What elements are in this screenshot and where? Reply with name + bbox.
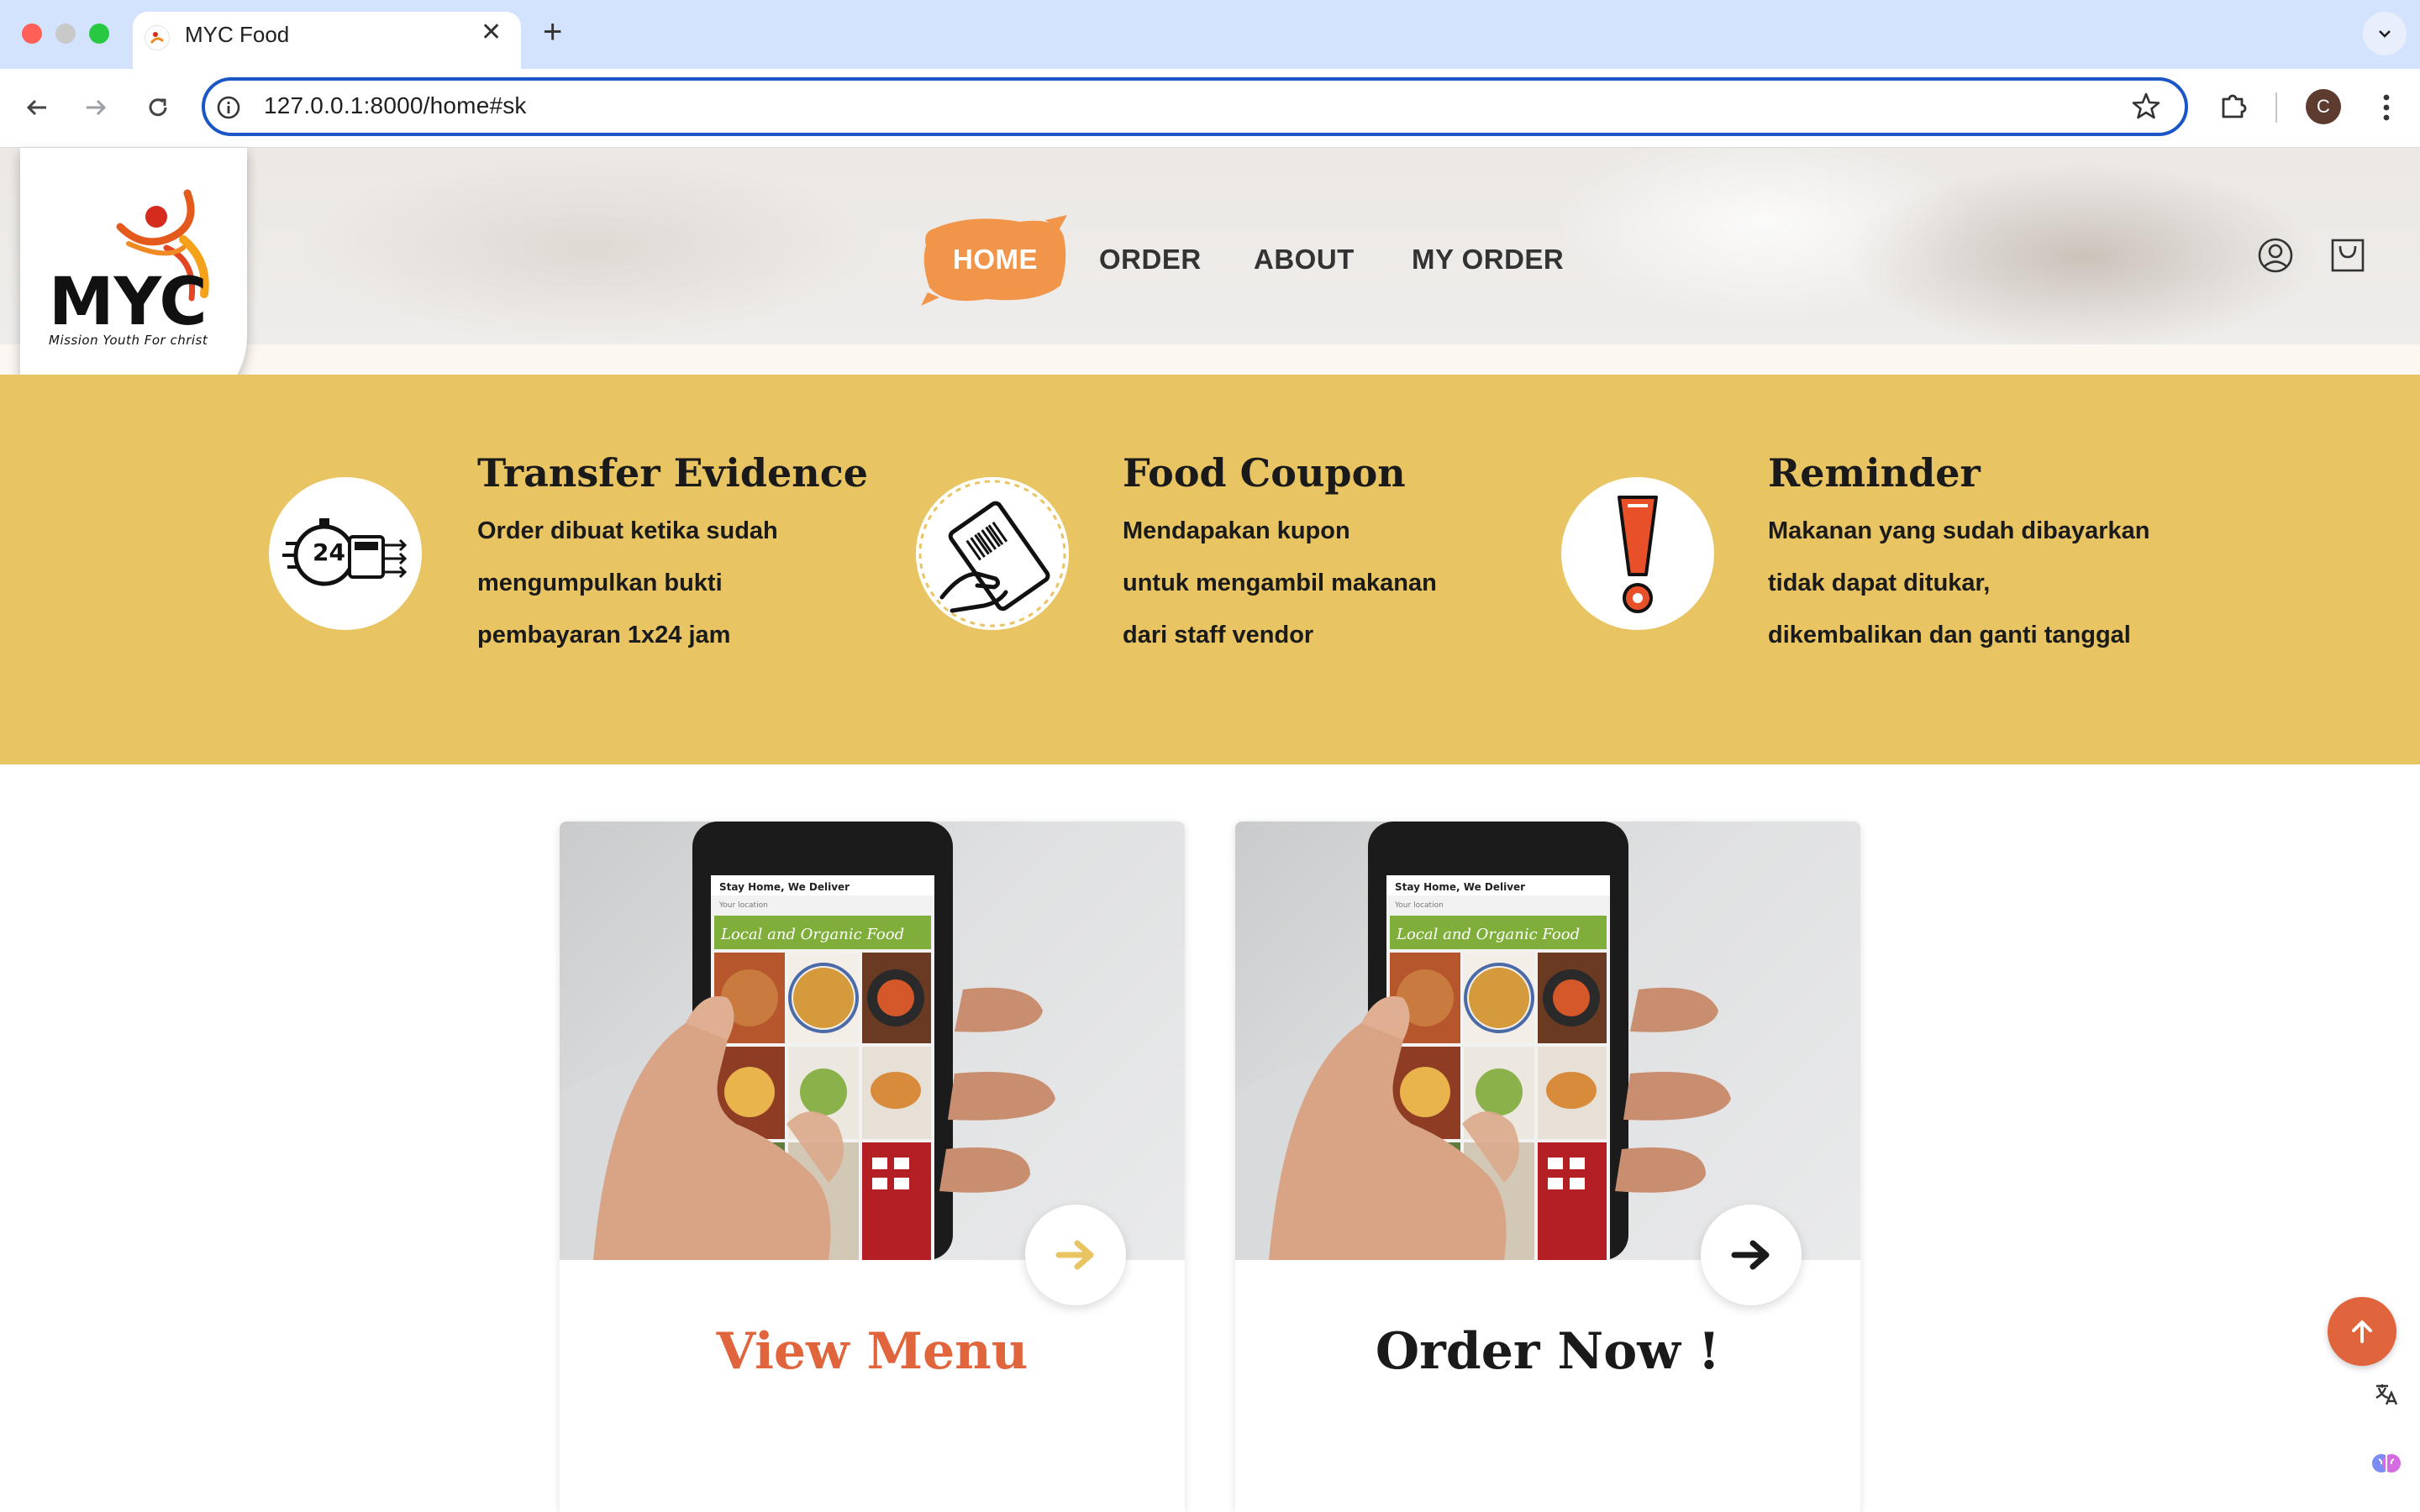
feature-text-line: dikembalikan dan ganti tanggal: [1768, 622, 2131, 648]
window-zoom-button[interactable]: [89, 24, 109, 44]
user-account-icon[interactable]: [2257, 237, 2294, 278]
feature-title-transfer-evidence: Transfer Evidence: [477, 450, 868, 496]
tab-search-chevron-icon[interactable]: [2363, 12, 2407, 55]
myc-logo-icon: MYC: [49, 189, 209, 336]
feature-title-food-coupon: Food Coupon: [1123, 450, 1406, 496]
phone-food-app-image: Stay Home, We Deliver Your location Loca…: [560, 822, 1185, 1260]
feature-text-line: untuk mengambil makanan: [1123, 570, 1437, 596]
nav-about[interactable]: ABOUT: [1254, 244, 1355, 276]
forward-arrow-icon[interactable]: [77, 89, 114, 126]
order-now-arrow-button[interactable]: [1701, 1205, 1802, 1305]
new-tab-plus-icon[interactable]: +: [543, 15, 562, 49]
translate-tool-icon[interactable]: [2370, 1378, 2403, 1411]
tab-close-icon[interactable]: ✕: [481, 20, 502, 45]
svg-text:Your location: Your location: [1394, 901, 1444, 910]
svg-text:Stay Home, We Deliver: Stay Home, We Deliver: [719, 881, 850, 893]
phone-food-app-image: Stay Home, We Deliver Your location Loca…: [1235, 822, 1860, 1260]
view-menu-arrow-button[interactable]: [1025, 1205, 1126, 1305]
feature-text-line: tidak dapat ditukar,: [1768, 570, 1991, 596]
address-url[interactable]: 127.0.0.1:8000/home#sk: [264, 92, 527, 119]
shopping-bag-icon[interactable]: [2329, 237, 2366, 278]
order-now-card[interactable]: Stay Home, We Deliver Your location Loca…: [1235, 822, 1860, 1512]
window-minimize-button[interactable]: [55, 24, 76, 44]
svg-text:Local and Organic Food: Local and Organic Food: [1396, 926, 1580, 943]
browser-menu-kebab-icon[interactable]: [2370, 89, 2403, 126]
view-menu-title[interactable]: View Menu: [560, 1322, 1185, 1381]
bookmark-star-icon[interactable]: [2131, 91, 2161, 125]
hero-bottom-strip: [0, 344, 2420, 375]
reload-icon[interactable]: [139, 89, 176, 126]
svg-text:24: 24: [313, 538, 345, 566]
feature-text-line: Makanan yang sudah dibayarkan: [1768, 517, 2150, 544]
tab-favicon-icon: [145, 25, 170, 50]
nav-my-order[interactable]: MY ORDER: [1412, 244, 1564, 276]
extensions-puzzle-icon[interactable]: [2217, 89, 2250, 127]
coupon-ticket-icon: [916, 477, 1069, 630]
feature-text-line: mengumpulkan bukti: [477, 570, 723, 596]
profile-avatar[interactable]: C: [2306, 89, 2341, 124]
view-menu-card[interactable]: Stay Home, We Deliver Your location Loca…: [560, 822, 1185, 1512]
nav-home[interactable]: HOME: [953, 244, 1038, 276]
feature-title-reminder: Reminder: [1768, 450, 1981, 496]
scroll-to-top-button[interactable]: [2328, 1297, 2396, 1366]
tab-title: MYC Food: [185, 22, 290, 47]
feature-text-line: Order dibuat ketika sudah: [477, 517, 778, 544]
toolbar-separator: [2275, 92, 2277, 123]
exclamation-icon: [1561, 477, 1714, 630]
feature-text-line: Mendapakan kupon: [1123, 517, 1350, 544]
logo-tagline: Mission Youth For christ: [49, 333, 208, 348]
svg-text:MYC: MYC: [49, 265, 208, 336]
feature-text-line: dari staff vendor: [1123, 622, 1314, 648]
24-hour-payment-icon: 24: [269, 477, 422, 630]
hero-header-background: [0, 148, 2420, 344]
svg-text:Stay Home, We Deliver: Stay Home, We Deliver: [1395, 881, 1525, 893]
ai-assistant-brain-icon[interactable]: [2370, 1446, 2403, 1480]
feature-text-line: pembayaran 1x24 jam: [477, 622, 731, 648]
nav-order[interactable]: ORDER: [1099, 244, 1202, 276]
window-close-button[interactable]: [22, 24, 42, 44]
svg-text:Your location: Your location: [718, 901, 768, 910]
svg-text:Local and Organic Food: Local and Organic Food: [720, 926, 904, 943]
back-arrow-icon[interactable]: [18, 89, 55, 126]
order-now-title[interactable]: Order Now !: [1235, 1322, 1860, 1381]
site-info-icon[interactable]: [215, 94, 242, 121]
